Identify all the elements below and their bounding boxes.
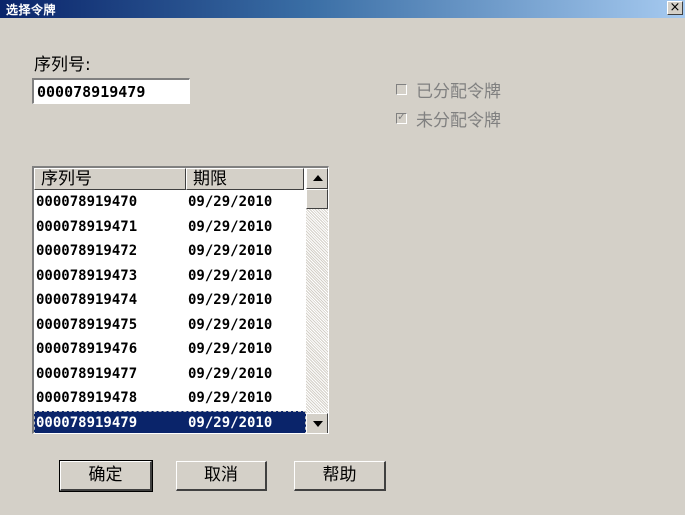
- cell-expiry: 09/29/2010: [188, 218, 273, 235]
- column-header-expiry[interactable]: 期限: [186, 168, 304, 190]
- list-row[interactable]: 000078919477 09/29/2010: [34, 362, 306, 387]
- arrow-up-icon: [313, 175, 323, 181]
- list-row[interactable]: 000078919470 09/29/2010: [34, 190, 306, 215]
- list-row[interactable]: 000078919475 09/29/2010: [34, 313, 306, 338]
- cell-expiry: 09/29/2010: [188, 267, 273, 284]
- cell-serial: 000078919471: [36, 218, 138, 235]
- list-row[interactable]: 000078919476 09/29/2010: [34, 337, 306, 362]
- cell-serial: 000078919477: [36, 365, 138, 382]
- cell-serial: 000078919470: [36, 194, 138, 211]
- serial-label: 序列号:: [34, 55, 91, 75]
- checkmark-icon: ✓: [397, 109, 407, 123]
- close-button[interactable]: ×: [667, 1, 683, 15]
- checkbox-box: [396, 83, 407, 95]
- cell-expiry: 09/29/2010: [188, 390, 273, 407]
- token-list[interactable]: 序列号 期限 000078919470 09/29/2010 0000789194…: [32, 166, 329, 434]
- list-header: 序列号 期限: [34, 168, 304, 190]
- cell-serial: 000078919472: [36, 243, 138, 260]
- arrow-down-icon: [313, 421, 323, 427]
- title-bar[interactable]: 选择令牌 ×: [0, 0, 685, 18]
- select-token-dialog: 选择令牌 × 序列号: 已分配令牌 ✓ 未分配令牌 序列号 期限 0000789…: [0, 0, 685, 515]
- cell-expiry: 09/29/2010: [188, 292, 273, 309]
- checkbox-box: ✓: [396, 109, 407, 124]
- list-row[interactable]: 000078919474 09/29/2010: [34, 288, 306, 313]
- list-row[interactable]: 000078919473 09/29/2010: [34, 264, 306, 289]
- list-row[interactable]: 000078919478 09/29/2010: [34, 386, 306, 411]
- cell-expiry: 09/29/2010: [188, 316, 273, 333]
- cell-expiry: 09/29/2010: [188, 243, 273, 260]
- list-rows: 000078919470 09/29/2010 000078919471 09/29…: [34, 190, 306, 433]
- vertical-scrollbar[interactable]: [306, 168, 328, 433]
- cell-serial: 000078919473: [36, 267, 138, 284]
- scroll-down-button[interactable]: [306, 413, 328, 433]
- cell-expiry: 09/29/2010: [188, 194, 273, 211]
- checkbox-label: 已分配令牌: [416, 81, 501, 102]
- scroll-up-button[interactable]: [306, 168, 328, 189]
- list-row-selected[interactable]: 000078919479 09/29/2010: [34, 410, 306, 433]
- cell-serial: 000078919476: [36, 341, 138, 358]
- column-header-serial[interactable]: 序列号: [34, 168, 186, 190]
- list-row[interactable]: 000078919471 09/29/2010: [34, 215, 306, 240]
- close-icon: ×: [669, 0, 681, 15]
- ok-button[interactable]: 确定: [59, 460, 153, 492]
- scroll-thumb[interactable]: [306, 189, 328, 209]
- cell-expiry: 09/29/2010: [188, 341, 273, 358]
- cell-serial: 000078919479: [36, 414, 138, 431]
- cell-expiry: 09/29/2010: [188, 365, 273, 382]
- cell-serial: 000078919475: [36, 316, 138, 333]
- cell-serial: 000078919478: [36, 390, 138, 407]
- cell-serial: 000078919474: [36, 292, 138, 309]
- checkbox-label: 未分配令牌: [416, 110, 501, 131]
- serial-input[interactable]: [32, 78, 190, 104]
- cell-expiry: 09/29/2010: [188, 414, 273, 431]
- assigned-tokens-checkbox[interactable]: 已分配令牌: [396, 79, 501, 102]
- cancel-button[interactable]: 取消: [176, 461, 267, 491]
- help-button[interactable]: 帮助: [294, 461, 386, 491]
- unassigned-tokens-checkbox[interactable]: ✓ 未分配令牌: [396, 108, 501, 131]
- list-row[interactable]: 000078919472 09/29/2010: [34, 239, 306, 264]
- window-title: 选择令牌: [6, 3, 57, 17]
